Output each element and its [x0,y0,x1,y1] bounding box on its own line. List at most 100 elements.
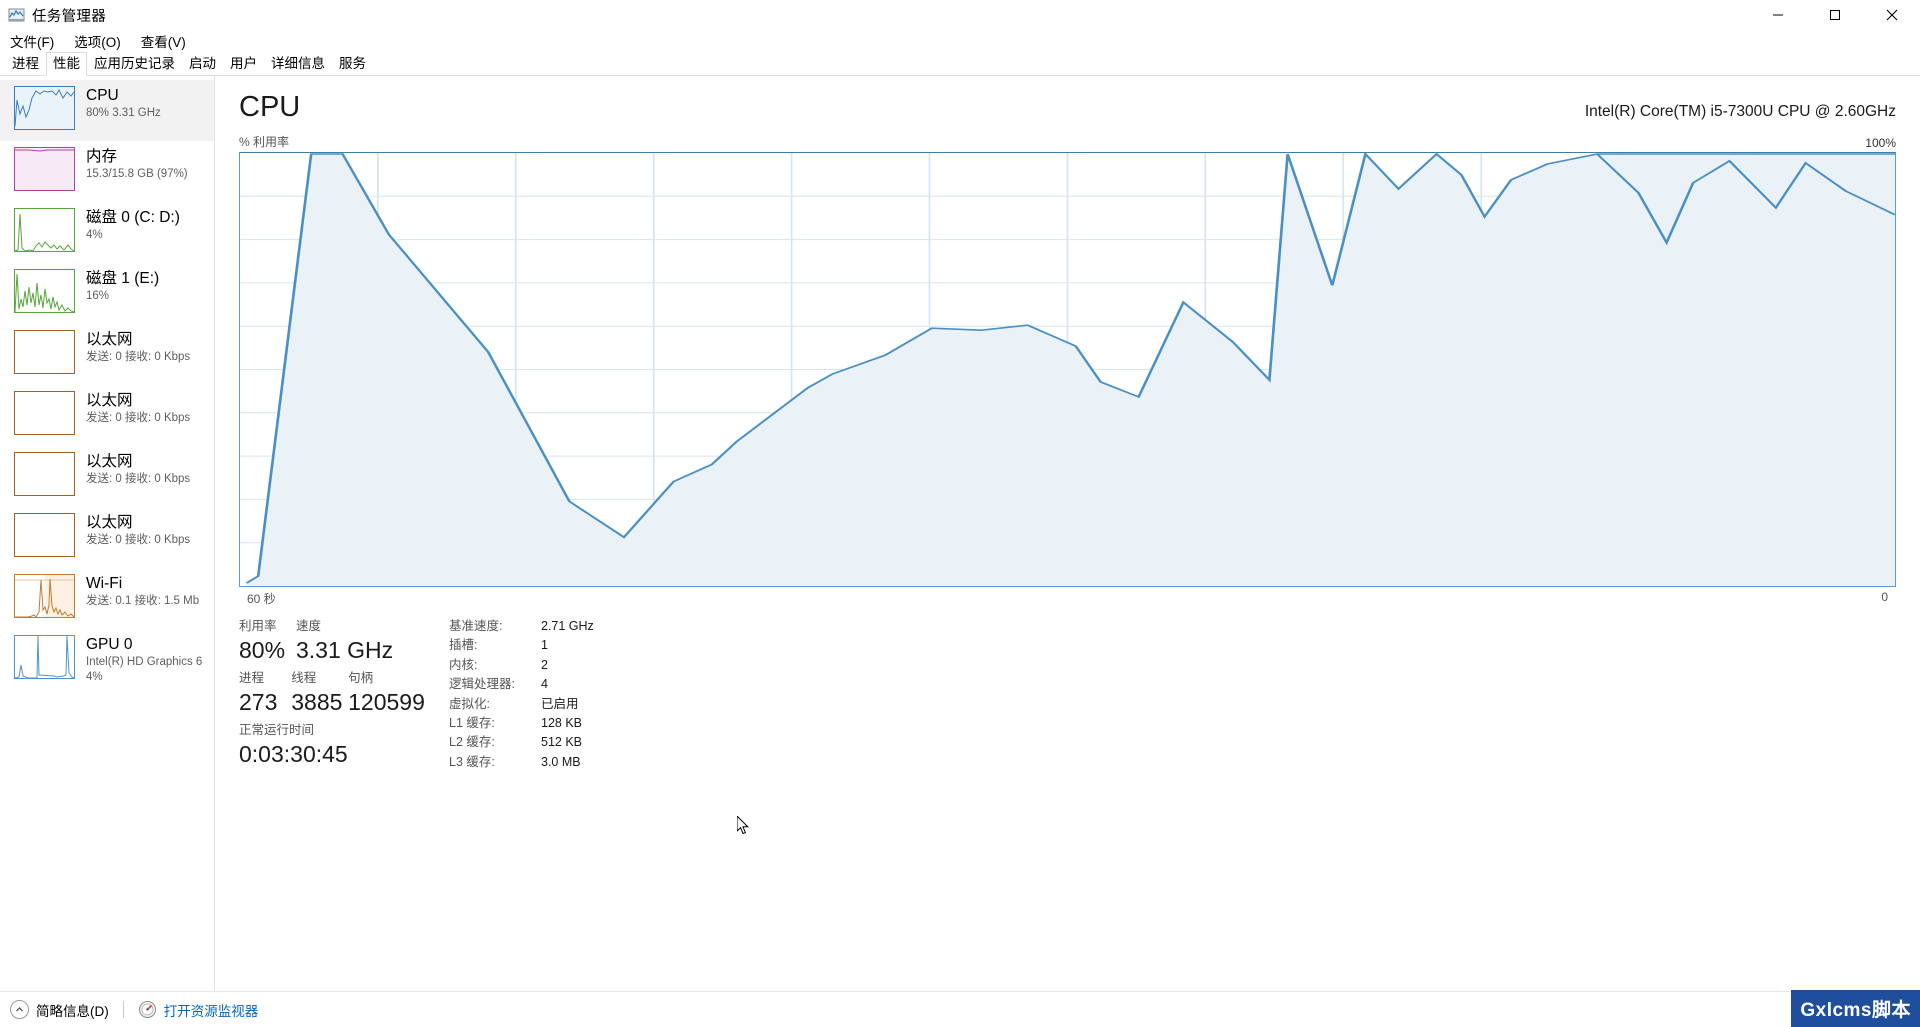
sidebar-item-disk0[interactable]: 磁盘 0 (C: D:) 4% [0,202,214,263]
spec-value: 已启用 [541,696,579,711]
watermark-badge: Gxlcms脚本 [1791,990,1920,1027]
cpu-chart-svg [240,153,1895,586]
sidebar-item-gpu0[interactable]: GPU 0 Intel(R) HD Graphics 6 4% [0,629,214,690]
tab-app-history[interactable]: 应用历史记录 [87,52,182,75]
sidebar-item-sub: 发送: 0.1 接收: 1.5 Mb [86,595,200,607]
sidebar-disk1-text: 磁盘 1 (E:) 16% [86,269,159,304]
maximize-button[interactable] [1806,0,1863,30]
close-button[interactable] [1863,0,1920,30]
task-manager-window: 任务管理器 文件(F) 选项(O) 查看(V) 进程 性能 应用历史记录 启动 … [0,0,1920,1027]
stats-row-2: 进程 273 线程 3885 句柄 120599 [239,669,449,717]
window-title: 任务管理器 [32,8,106,25]
resource-monitor-button[interactable]: 打开资源监视器 [138,1000,259,1020]
tab-details[interactable]: 详细信息 [264,52,332,75]
performance-panel: CPU Intel(R) Core(TM) i5-7300U CPU @ 2.6… [215,76,1920,991]
threads-value: 3885 [291,689,343,715]
resource-sidebar[interactable]: CPU 80% 3.31 GHz 内存 15.3/15.8 GB (97%) 磁… [0,76,215,991]
handles-stat: 句柄 120599 [348,669,449,717]
spec-value: 2.71 GHz [541,619,594,633]
sidebar-item-sub: 发送: 0 接收: 0 Kbps [86,412,191,424]
chart-y-axis-label: % 利用率 [239,135,290,149]
tab-startup[interactable]: 启动 [182,52,223,75]
spec-label: 插槽: [449,638,478,653]
sidebar-item-sub2: 4% [86,671,103,683]
spec-row-l2-cache: L2 缓存: 512 KB [449,733,594,752]
sidebar-item-cpu[interactable]: CPU 80% 3.31 GHz [0,80,214,141]
cpu-utilization-chart[interactable] [239,152,1896,587]
sidebar-memory-text: 内存 15.3/15.8 GB (97%) [86,147,188,182]
sidebar-item-ethernet-1[interactable]: 以太网 发送: 0 接收: 0 Kbps [0,324,214,385]
chart-time-left-label: 60 秒 [247,592,276,606]
sidebar-item-sub: 80% 3.31 GHz [86,107,161,119]
utilization-label: 利用率 [239,619,277,633]
title-bar-left: 任务管理器 [0,5,106,26]
wifi-thumbnail-chart [14,574,75,618]
minimize-button[interactable] [1749,0,1806,30]
spec-label: 逻辑处理器: [449,677,515,692]
sidebar-item-title: 以太网 [86,331,133,348]
sidebar-item-wifi[interactable]: Wi-Fi 发送: 0.1 接收: 1.5 Mb [0,568,214,629]
menu-bar: 文件(F) 选项(O) 查看(V) [0,30,1920,52]
fewer-details-button[interactable]: 简略信息(D) [10,1000,109,1020]
sidebar-item-title: 磁盘 0 (C: D:) [86,209,180,226]
speed-label: 速度 [296,619,322,633]
menu-item-view[interactable]: 查看(V) [138,30,189,52]
chart-y-axis-max: 100% [1865,136,1896,150]
speed-stat: 速度 3.31 GHz [296,617,446,665]
menu-item-file[interactable]: 文件(F) [7,30,57,52]
tab-processes[interactable]: 进程 [5,52,46,75]
resource-monitor-label: 打开资源监视器 [163,1003,259,1019]
chevron-up-icon [10,1000,29,1019]
spec-value: 4 [541,677,548,692]
speed-value: 3.31 GHz [296,637,394,663]
utilization-value: 80% [239,637,286,663]
processes-value: 273 [239,689,278,715]
stats-row-3: 正常运行时间 0:03:30:45 [239,721,449,769]
handles-label: 句柄 [348,671,374,685]
spec-value: 1 [541,638,548,653]
memory-thumbnail-chart [14,147,75,191]
sidebar-gpu0-text: GPU 0 Intel(R) HD Graphics 6 4% [86,635,202,685]
sidebar-item-sub: 发送: 0 接收: 0 Kbps [86,351,191,363]
spec-value: 128 KB [541,716,583,731]
chart-wrapper: 60 秒 0 [239,152,1896,607]
sidebar-ethernet-2-text: 以太网 发送: 0 接收: 0 Kbps [86,391,190,426]
sidebar-ethernet-1-text: 以太网 发送: 0 接收: 0 Kbps [86,330,190,365]
sidebar-item-title: 磁盘 1 (E:) [86,270,160,287]
mouse-cursor [736,814,750,835]
spec-row-cores: 内核: 2 [449,656,594,675]
panel-header: CPU Intel(R) Core(TM) i5-7300U CPU @ 2.6… [231,76,1904,124]
tab-users[interactable]: 用户 [223,52,264,75]
spec-label: L2 缓存: [449,735,495,750]
sidebar-ethernet-4-text: 以太网 发送: 0 接收: 0 Kbps [86,513,190,548]
sidebar-item-ethernet-3[interactable]: 以太网 发送: 0 接收: 0 Kbps [0,446,214,507]
sidebar-item-sub: 15.3/15.8 GB (97%) [86,168,188,180]
menu-item-options[interactable]: 选项(O) [71,30,124,52]
page-title: CPU [239,91,301,123]
sidebar-item-ethernet-2[interactable]: 以太网 发送: 0 接收: 0 Kbps [0,385,214,446]
sidebar-item-ethernet-4[interactable]: 以太网 发送: 0 接收: 0 Kbps [0,507,214,568]
sidebar-item-memory[interactable]: 内存 15.3/15.8 GB (97%) [0,141,214,202]
spec-label: L3 缓存: [449,754,495,769]
spec-row-base-speed: 基准速度: 2.71 GHz [449,617,594,636]
sidebar-item-sub: 4% [86,229,103,241]
cpu-specs-list: 基准速度: 2.71 GHz 插槽: 1 内核: 2 逻辑处理器: 4 虚拟化:… [449,617,594,773]
spec-label: 基准速度: [449,619,503,633]
tab-services[interactable]: 服务 [332,52,373,75]
sidebar-item-sub: 发送: 0 接收: 0 Kbps [86,473,191,485]
chart-axis-header: % 利用率 100% [231,124,1904,152]
ethernet-thumbnail-chart [14,452,75,496]
fewer-details-label: 简略信息(D) [36,1003,109,1019]
stats-area: 利用率 80% 速度 3.31 GHz 进程 273 线程 3885 句柄 12… [231,607,1904,773]
gpu0-thumbnail-chart [14,635,75,679]
sidebar-item-title: 以太网 [86,453,133,470]
ethernet-thumbnail-chart [14,391,75,435]
resource-monitor-icon [138,1000,157,1019]
cpu-chart-right-detail [1597,153,1895,586]
sidebar-item-disk1[interactable]: 磁盘 1 (E:) 16% [0,263,214,324]
status-bar: 简略信息(D) 打开资源监视器 [0,991,1920,1027]
sidebar-cpu-text: CPU 80% 3.31 GHz [86,86,161,121]
chart-time-right-label: 0 [1881,590,1888,604]
disk0-thumbnail-chart [14,208,75,252]
tab-performance[interactable]: 性能 [46,52,87,76]
